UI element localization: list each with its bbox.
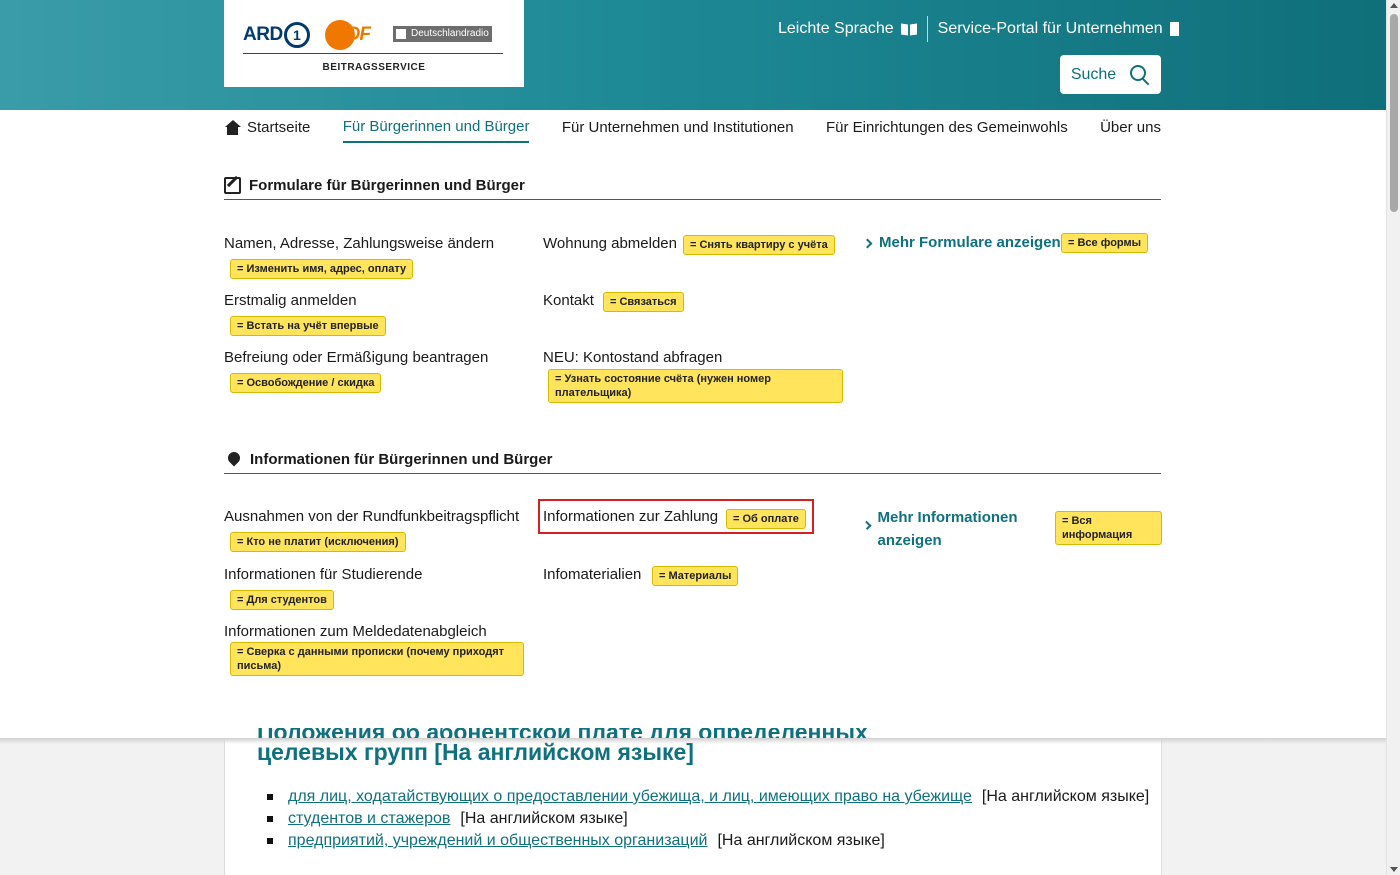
page-content-below: Положения об абонентской плате для опред… <box>0 728 1386 875</box>
translation-badge: = Снять квартиру с учёта <box>683 235 835 255</box>
top-links-divider <box>926 16 928 42</box>
zdf-logo: ZDF <box>325 20 375 50</box>
menu-panel-shadow <box>0 738 1386 744</box>
translation-badge: = Все формы <box>1061 233 1149 253</box>
translation-badge: = Для студентов <box>230 590 334 610</box>
easy-language-link[interactable]: Leichte Sprache <box>778 20 917 38</box>
chevron-right-icon <box>862 521 872 530</box>
info-heading: Informationen für Bürgerinnen und Bürger <box>224 451 1161 474</box>
translation-badge: = Узнать состояние счёта (нужен номер пл… <box>548 369 843 403</box>
location-pin-icon <box>228 452 240 468</box>
ard-logo: ARD 1 <box>243 22 310 48</box>
form-link-register[interactable]: Erstmalig anmelden <box>224 292 357 309</box>
organizations-link[interactable]: предприятий, учреждений и общественных о… <box>288 832 707 850</box>
door-icon <box>1169 22 1179 36</box>
header-band <box>0 0 1386 110</box>
main-nav: Startseite Für Bürgerinnen und Bürger Fü… <box>224 118 1161 143</box>
translation-badge: = Сверка с данными прописки (почему прих… <box>230 642 524 676</box>
form-link-contact[interactable]: Kontakt <box>543 292 594 309</box>
scroll-thumb[interactable] <box>1390 14 1398 212</box>
nav-about[interactable]: Über uns <box>1100 118 1161 143</box>
beitragsservice-logo[interactable]: ARD 1 ZDF Deutschlandradio BEITRAGSSERVIC… <box>224 0 524 87</box>
translation-badge: = Материалы <box>652 566 739 586</box>
info-link-exceptions[interactable]: Ausnahmen von der Rundfunkbeitragspflich… <box>224 508 519 525</box>
nav-citizens[interactable]: Für Bürgerinnen und Bürger <box>342 118 530 143</box>
students-link[interactable]: студентов и стажеров <box>288 810 450 828</box>
logo-divider <box>243 53 503 54</box>
section-title: Положения об абонентской плате для опред… <box>257 728 868 765</box>
translation-badge: = Встать на учёт впервые <box>230 316 386 336</box>
scrollbar[interactable] <box>1386 0 1400 875</box>
translation-badge: = Кто не платит (исключения) <box>230 532 406 552</box>
content-card: Положения об абонентской плате для опред… <box>224 728 1162 875</box>
search-icon <box>1130 64 1150 85</box>
list-item: предприятий, учреждений и общественных о… <box>267 832 1149 850</box>
search-button[interactable]: Suche <box>1060 55 1161 94</box>
form-link-deregister[interactable]: Wohnung abmelden <box>543 235 677 252</box>
form-link-change-details[interactable]: Namen, Adresse, Zahlungsweise ändern <box>224 235 494 252</box>
list-item: для лиц, ходатайствующих о предоставлени… <box>267 788 1149 806</box>
more-info-link[interactable]: Mehr Informationen anzeigen <box>862 506 1024 552</box>
info-link-materials[interactable]: Infomaterialien <box>543 566 641 583</box>
forms-heading: Formulare für Bürgerinnen und Bürger <box>224 177 1161 200</box>
info-link-data-reconciliation[interactable]: Informationen zum Meldedatenabgleich <box>224 623 487 640</box>
nav-home[interactable]: Startseite <box>224 118 310 143</box>
scroll-down-icon[interactable] <box>1390 867 1398 872</box>
asylum-link[interactable]: для лиц, ходатайствующих о предоставлени… <box>288 788 972 806</box>
translation-badge: = Вся информация <box>1055 511 1162 545</box>
nav-companies[interactable]: Für Unternehmen und Institutionen <box>562 118 794 143</box>
translation-badge: = Освобождение / скидка <box>230 373 382 393</box>
nav-public-welfare[interactable]: Für Einrichtungen des Gemeinwohls <box>826 118 1068 143</box>
form-link-balance[interactable]: NEU: Kontostand abfragen <box>543 349 722 366</box>
book-icon <box>901 22 917 36</box>
list-item: студентов и стажеров [На английском язык… <box>267 810 1149 828</box>
business-portal-link[interactable]: Service-Portal für Unternehmen <box>938 20 1179 38</box>
info-link-students[interactable]: Informationen für Studierende <box>224 566 422 583</box>
translation-badge: = Связаться <box>603 292 684 312</box>
logo-caption: BEITRAGSSERVICE <box>322 62 426 73</box>
more-forms-link[interactable]: Mehr Formulare anzeigen <box>862 234 1061 251</box>
top-links: Leichte Sprache Service-Portal für Unter… <box>778 16 1179 42</box>
home-icon <box>224 120 241 135</box>
edit-form-icon <box>224 177 241 194</box>
deutschlandradio-logo: Deutschlandradio <box>393 26 492 42</box>
chevron-right-icon <box>862 238 873 249</box>
form-link-exemption[interactable]: Befreiung oder Ermäßigung beantragen <box>224 349 488 366</box>
highlight-frame <box>538 499 814 534</box>
scroll-up-icon[interactable] <box>1390 3 1398 8</box>
target-groups-list: для лиц, ходатайствующих о предоставлени… <box>267 788 1149 854</box>
translation-badge: = Изменить имя, адрес, оплату <box>230 259 414 279</box>
